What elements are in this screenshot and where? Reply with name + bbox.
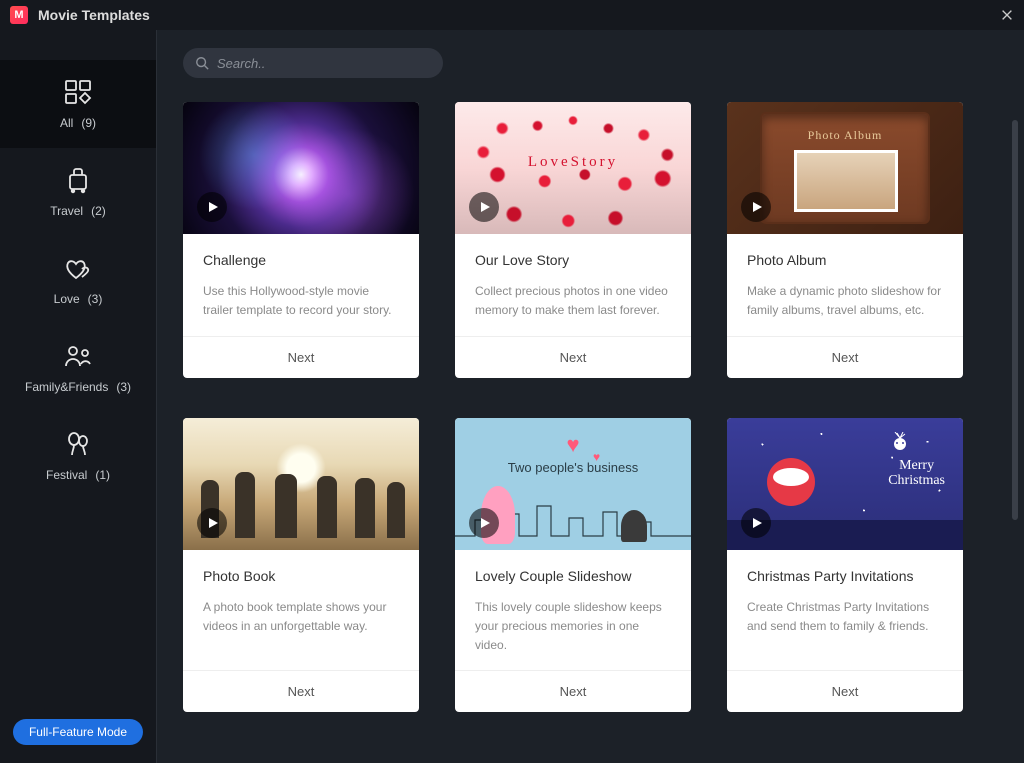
- template-description: Create Christmas Party Invitations and s…: [747, 598, 943, 638]
- play-icon: [207, 201, 219, 213]
- next-button[interactable]: Next: [727, 336, 963, 378]
- content-area: Challenge Use this Hollywood-style movie…: [157, 30, 1024, 763]
- search-input[interactable]: [217, 56, 431, 71]
- template-description: Make a dynamic photo slideshow for famil…: [747, 282, 943, 322]
- reindeer-icon: [885, 432, 915, 461]
- template-description: Collect precious photos in one video mem…: [475, 282, 671, 322]
- card-body: Photo Album Make a dynamic photo slidesh…: [727, 234, 963, 336]
- play-icon: [479, 517, 491, 529]
- card-body: Our Love Story Collect precious photos i…: [455, 234, 691, 336]
- close-icon: [1000, 8, 1014, 22]
- play-button[interactable]: [741, 192, 771, 222]
- play-icon: [479, 201, 491, 213]
- balloons-icon: [61, 430, 95, 458]
- scrollbar[interactable]: [1012, 120, 1018, 520]
- template-grid: Challenge Use this Hollywood-style movie…: [183, 102, 998, 712]
- template-description: Use this Hollywood-style movie trailer t…: [203, 282, 399, 322]
- play-button[interactable]: [469, 508, 499, 538]
- sidebar-label: Family&Friends(3): [25, 380, 131, 394]
- next-button[interactable]: Next: [455, 336, 691, 378]
- sidebar: All(9) Travel(2): [0, 30, 157, 763]
- grid-icon: [61, 78, 95, 106]
- play-icon: [207, 517, 219, 529]
- thumbnail-overlay-text: MerryChristmas: [888, 458, 945, 489]
- thumbnail-overlay-text: Two people's business: [455, 460, 691, 475]
- search-field[interactable]: [183, 48, 443, 78]
- card-body: Photo Book A photo book template shows y…: [183, 550, 419, 670]
- sidebar-item-family-friends[interactable]: Family&Friends(3): [0, 324, 156, 412]
- card-body: Lovely Couple Slideshow This lovely coup…: [455, 550, 691, 670]
- play-button[interactable]: [197, 508, 227, 538]
- template-card-photo-book[interactable]: Photo Book A photo book template shows y…: [183, 418, 419, 712]
- people-icon: [61, 342, 95, 370]
- thumbnail-overlay-text: LoveStory: [528, 154, 618, 171]
- next-button[interactable]: Next: [183, 670, 419, 712]
- play-icon: [751, 201, 763, 213]
- template-card-christmas[interactable]: MerryChristmas Christmas Party Invitatio…: [727, 418, 963, 712]
- play-button[interactable]: [197, 192, 227, 222]
- next-button[interactable]: Next: [727, 670, 963, 712]
- search-icon: [195, 56, 209, 70]
- sidebar-label: Festival(1): [46, 468, 110, 482]
- template-thumbnail: LoveStory: [455, 102, 691, 234]
- template-thumbnail: MerryChristmas: [727, 418, 963, 550]
- sidebar-label: Travel(2): [50, 204, 106, 218]
- card-body: Christmas Party Invitations Create Chris…: [727, 550, 963, 670]
- next-button[interactable]: Next: [455, 670, 691, 712]
- play-icon: [751, 517, 763, 529]
- template-description: This lovely couple slideshow keeps your …: [475, 598, 671, 656]
- hearts-icon: [61, 254, 95, 282]
- template-title: Lovely Couple Slideshow: [475, 568, 671, 584]
- template-card-lovely-couple[interactable]: ♥ ♥ Two people's business Lovely Couple …: [455, 418, 691, 712]
- template-title: Our Love Story: [475, 252, 671, 268]
- template-card-photo-album[interactable]: Photo Album Photo Album Make a dynamic p…: [727, 102, 963, 378]
- sidebar-label: All(9): [60, 116, 96, 130]
- thumbnail-overlay-text: Photo Album: [762, 128, 928, 143]
- app-logo-icon: M: [10, 6, 28, 24]
- template-thumbnail: [183, 418, 419, 550]
- template-title: Photo Book: [203, 568, 399, 584]
- window-title: Movie Templates: [38, 7, 150, 23]
- suitcase-icon: [61, 166, 95, 194]
- sidebar-item-love[interactable]: Love(3): [0, 236, 156, 324]
- santa-graphic: [767, 458, 815, 506]
- sidebar-item-all[interactable]: All(9): [0, 60, 156, 148]
- card-body: Challenge Use this Hollywood-style movie…: [183, 234, 419, 336]
- template-thumbnail: [183, 102, 419, 234]
- heart-icon: ♥: [566, 432, 579, 458]
- next-button[interactable]: Next: [183, 336, 419, 378]
- template-thumbnail: ♥ ♥ Two people's business: [455, 418, 691, 550]
- sidebar-label: Love(3): [54, 292, 103, 306]
- sidebar-item-festival[interactable]: Festival(1): [0, 412, 156, 500]
- template-description: A photo book template shows your videos …: [203, 598, 399, 638]
- template-title: Christmas Party Invitations: [747, 568, 943, 584]
- full-feature-mode-button[interactable]: Full-Feature Mode: [13, 719, 143, 745]
- play-button[interactable]: [741, 508, 771, 538]
- template-card-challenge[interactable]: Challenge Use this Hollywood-style movie…: [183, 102, 419, 378]
- sidebar-item-travel[interactable]: Travel(2): [0, 148, 156, 236]
- close-button[interactable]: [996, 4, 1018, 26]
- template-card-love-story[interactable]: LoveStory Our Love Story Collect preciou…: [455, 102, 691, 378]
- scrollbar-thumb[interactable]: [1012, 120, 1018, 520]
- template-title: Challenge: [203, 252, 399, 268]
- titlebar: M Movie Templates: [0, 0, 1024, 30]
- template-title: Photo Album: [747, 252, 943, 268]
- template-thumbnail: Photo Album: [727, 102, 963, 234]
- play-button[interactable]: [469, 192, 499, 222]
